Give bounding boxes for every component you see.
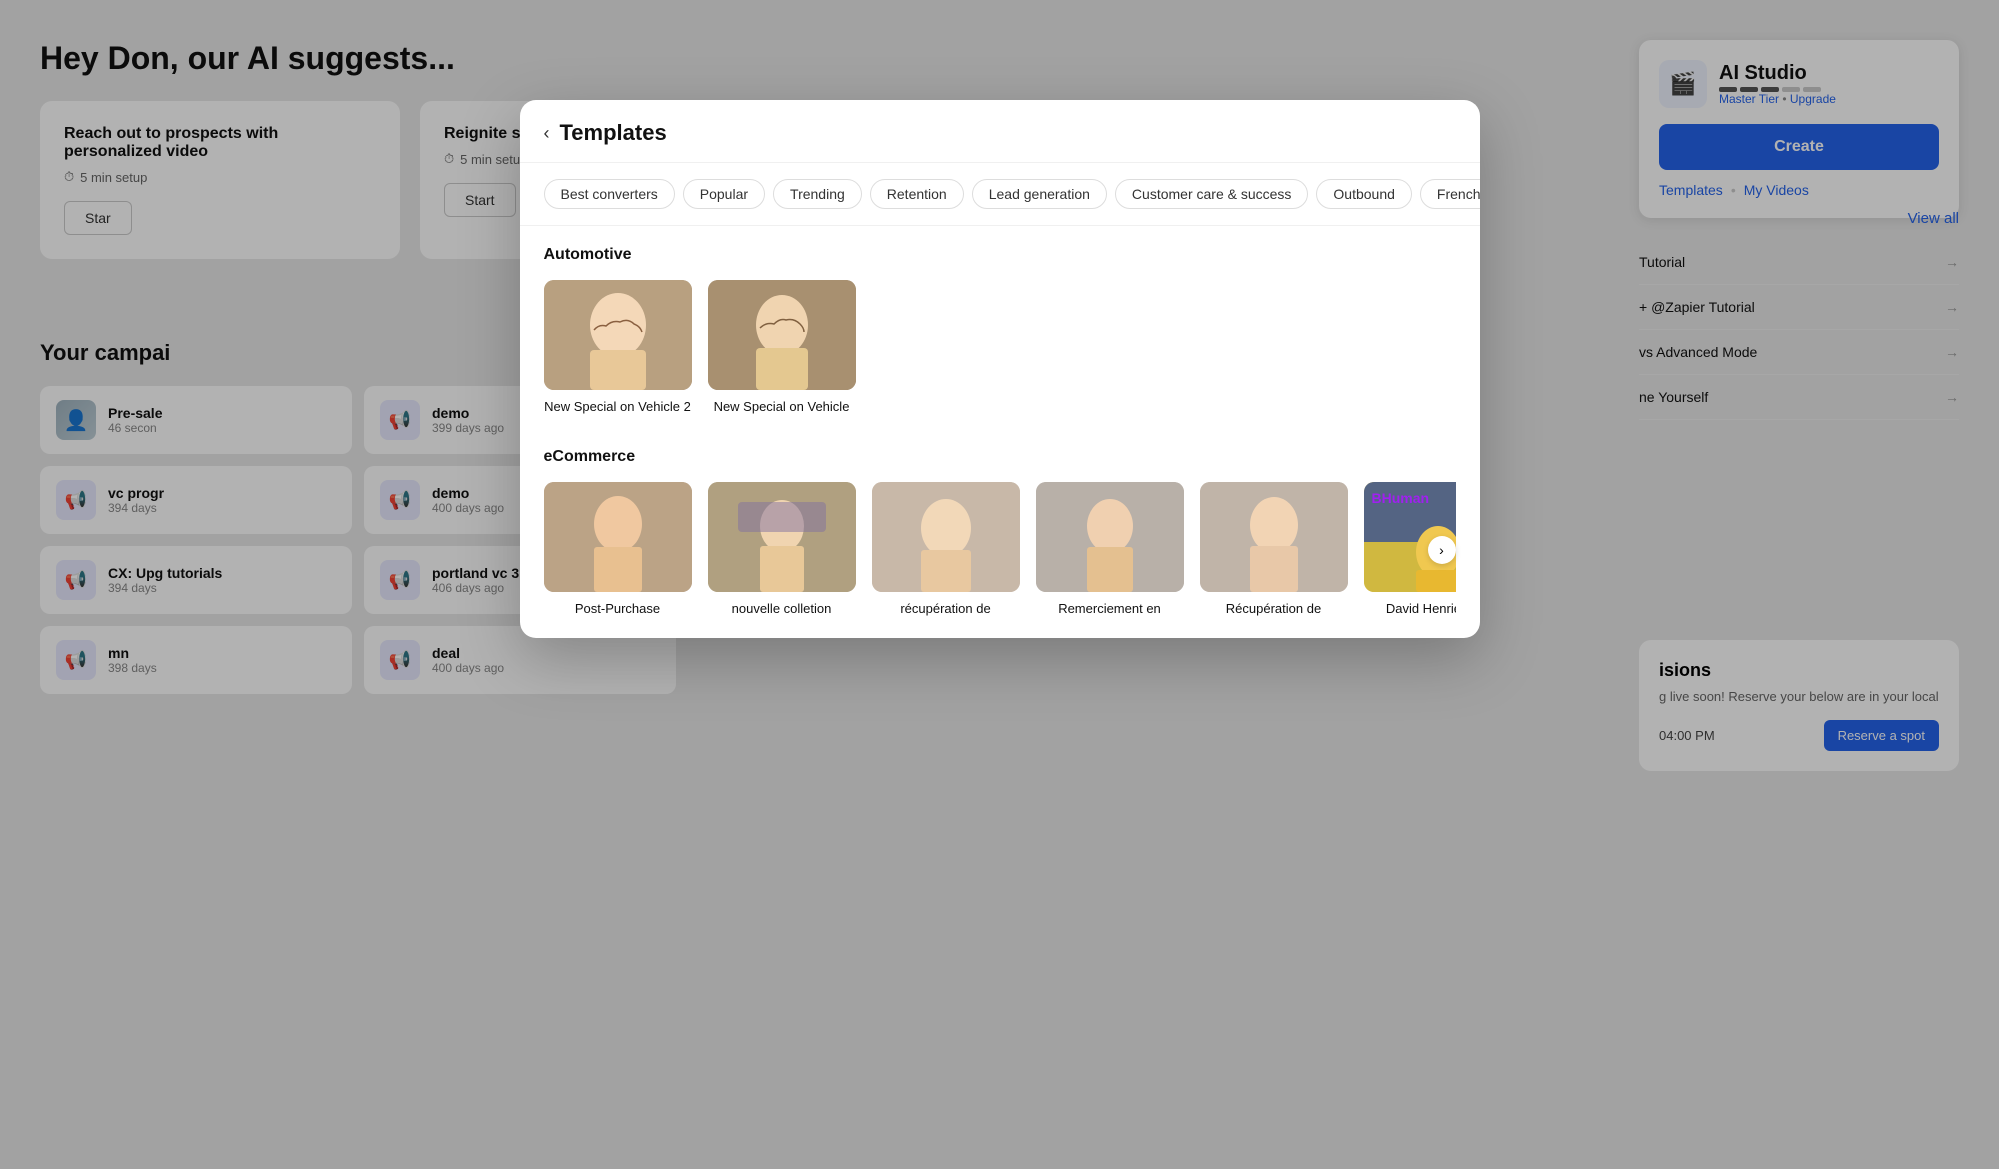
filter-tab-0[interactable]: Best converters [544,179,675,209]
template-card-ec-3[interactable]: Remerciement en [1036,482,1184,618]
template-card-ec-0[interactable]: Post-Purchase [544,482,692,618]
template-name-ec-1: nouvelle colletion [708,600,856,618]
template-card-ec-2[interactable]: récupération de [872,482,1020,618]
filter-tab-7[interactable]: French [1420,179,1480,209]
scroll-right-arrow[interactable]: › [1428,536,1456,564]
modal-back-button[interactable]: ‹ [544,123,550,144]
filter-tab-4[interactable]: Lead generation [972,179,1107,209]
template-thumb-auto-0 [544,280,692,390]
filter-tab-6[interactable]: Outbound [1316,179,1412,209]
modal-overlay[interactable]: ‹ Templates Best converters Popular Tren… [0,0,1999,1169]
filter-tab-1[interactable]: Popular [683,179,765,209]
template-name-ec-3: Remerciement en [1036,600,1184,618]
template-thumb-auto-1 [708,280,856,390]
template-thumb-ec-1 [708,482,856,592]
template-name-ec-2: récupération de [872,600,1020,618]
template-name-ec-4: Récupération de [1200,600,1348,618]
template-card-auto-0[interactable]: New Special on Vehicle 2 [544,280,692,416]
filter-tab-2[interactable]: Trending [773,179,862,209]
bhuman-badge: BHuman [1372,490,1430,506]
ecommerce-scroll: Post-Purchase nouvelle colletio [544,482,1456,618]
template-thumb-ec-3 [1036,482,1184,592]
template-thumb-ec-4 [1200,482,1348,592]
modal-content[interactable]: Automotive New Special on Vehicle 2 [520,226,1480,638]
template-name-ec-0: Post-Purchase [544,600,692,618]
template-name-auto-1: New Special on Vehicle [708,398,856,416]
template-card-ec-4[interactable]: Récupération de [1200,482,1348,618]
template-name-ec-5: David Henrie Cart [1364,600,1456,618]
modal-title: Templates [560,120,667,146]
section-title-automotive: Automotive [544,246,1456,264]
template-thumb-ec-2 [872,482,1020,592]
filter-tabs: Best converters Popular Trending Retenti… [520,163,1480,226]
template-thumb-ec-0 [544,482,692,592]
template-card-ec-1[interactable]: nouvelle colletion [708,482,856,618]
automotive-templates-grid: New Special on Vehicle 2 New Special on … [544,280,1456,416]
ecommerce-row: Post-Purchase nouvelle colletio [544,482,1456,618]
section-title-ecommerce: eCommerce [544,448,1456,466]
filter-tab-3[interactable]: Retention [870,179,964,209]
template-name-auto-0: New Special on Vehicle 2 [544,398,692,416]
modal-header: ‹ Templates [520,100,1480,163]
template-card-auto-1[interactable]: New Special on Vehicle [708,280,856,416]
filter-tab-5[interactable]: Customer care & success [1115,179,1309,209]
templates-modal: ‹ Templates Best converters Popular Tren… [520,100,1480,638]
